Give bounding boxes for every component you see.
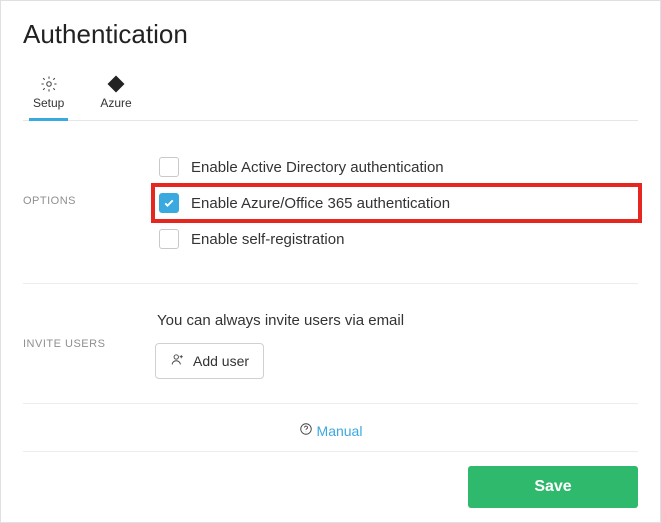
tab-azure[interactable]: Azure <box>96 72 135 121</box>
checkbox-enable-azure[interactable]: Enable Azure/Office 365 authentication <box>155 187 638 219</box>
checkbox-box-checked <box>159 193 179 213</box>
add-user-label: Add user <box>193 353 249 369</box>
tab-label-azure: Azure <box>100 96 131 110</box>
add-user-button[interactable]: Add user <box>155 343 264 379</box>
diamond-icon <box>110 72 122 96</box>
checkbox-label: Enable Azure/Office 365 authentication <box>191 195 450 212</box>
section-invite-users: INVITE USERS You can always invite users… <box>23 284 638 404</box>
manual-label: Manual <box>317 423 363 439</box>
footer: Save <box>23 452 638 508</box>
tab-label-setup: Setup <box>33 96 64 110</box>
tabs: Setup Azure <box>23 72 638 121</box>
section-label-invite: INVITE USERS <box>23 310 155 379</box>
save-button[interactable]: Save <box>468 466 638 508</box>
checkbox-box <box>159 157 179 177</box>
checkbox-label: Enable Active Directory authentication <box>191 159 444 176</box>
question-circle-icon <box>299 422 313 439</box>
manual-link-row: Manual <box>23 404 638 452</box>
section-label-options: OPTIONS <box>23 147 155 259</box>
checkbox-label: Enable self-registration <box>191 231 344 248</box>
page-title: Authentication <box>23 19 638 50</box>
checkbox-enable-ad[interactable]: Enable Active Directory authentication <box>155 151 638 183</box>
invite-hint: You can always invite users via email <box>157 312 638 329</box>
checkbox-box <box>159 229 179 249</box>
manual-link[interactable]: Manual <box>299 422 363 439</box>
section-options: OPTIONS Enable Active Directory authenti… <box>23 121 638 284</box>
person-plus-icon <box>170 352 185 370</box>
checkbox-enable-self-registration[interactable]: Enable self-registration <box>155 223 638 255</box>
gear-icon <box>40 72 58 96</box>
auth-settings-panel: Authentication Setup Azure OPTIONS Enabl… <box>0 0 661 523</box>
tab-setup[interactable]: Setup <box>29 72 68 121</box>
